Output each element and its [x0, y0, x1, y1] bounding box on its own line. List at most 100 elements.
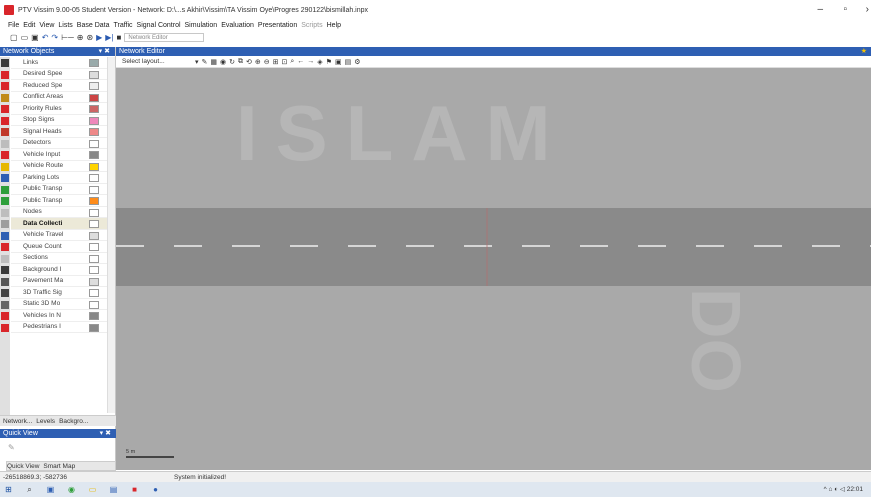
color-swatch[interactable]: [89, 59, 99, 67]
zoom-all-icon[interactable]: ⊞: [273, 58, 279, 66]
object-type-row[interactable]: Vehicles In N: [11, 310, 107, 322]
edit-tool-icon[interactable]: ✎: [202, 58, 208, 66]
grid-icon[interactable]: ▦: [210, 58, 217, 66]
chrome-icon[interactable]: ●: [151, 485, 160, 494]
color-swatch[interactable]: [89, 197, 99, 205]
color-swatch[interactable]: [89, 151, 99, 159]
3d-icon[interactable]: ▣: [335, 58, 342, 66]
tab-smart-map[interactable]: Smart Map: [43, 463, 75, 470]
menu-item-traffic[interactable]: Traffic: [113, 22, 132, 29]
wireframe-icon[interactable]: ◈: [317, 58, 322, 66]
object-type-row[interactable]: Reduced Spe: [11, 80, 107, 92]
object-type-row[interactable]: Pavement Ma: [11, 276, 107, 287]
color-swatch[interactable]: [89, 174, 99, 182]
object-type-row[interactable]: Conflict Areas: [11, 92, 107, 103]
object-type-row[interactable]: Desired Spee: [11, 69, 107, 80]
globe-icon[interactable]: ⊛: [86, 33, 93, 42]
menu-item-help[interactable]: Help: [327, 22, 341, 29]
editor-pin-icon[interactable]: ★: [861, 47, 867, 56]
object-type-row[interactable]: Public Transp: [11, 195, 107, 207]
vissim-task-icon[interactable]: ■: [130, 485, 139, 494]
object-type-row[interactable]: Sections: [11, 253, 107, 264]
tab-levels[interactable]: Levels: [36, 418, 55, 425]
search-icon[interactable]: ⌕: [25, 485, 34, 494]
menu-item-lists[interactable]: Lists: [58, 22, 72, 29]
color-swatch[interactable]: [89, 208, 99, 217]
start-icon[interactable]: ⊞: [4, 485, 13, 494]
screenshot-icon[interactable]: ▤: [345, 58, 352, 66]
editor-combo[interactable]: Network Editor: [124, 32, 205, 42]
tab-network[interactable]: Network...: [3, 418, 32, 425]
scrollbar[interactable]: [107, 57, 115, 413]
color-swatch[interactable]: [89, 128, 99, 136]
object-type-row[interactable]: Nodes: [11, 207, 107, 218]
object-type-row[interactable]: Pedestrians I: [11, 322, 107, 333]
object-type-row[interactable]: Signal Heads: [11, 126, 107, 138]
stop-icon[interactable]: ■: [117, 33, 122, 42]
panel-pin[interactable]: ▾ ✖: [99, 47, 110, 56]
zoom-out-icon[interactable]: ⊖: [264, 58, 270, 66]
select-tool-icon[interactable]: ▾: [195, 58, 199, 66]
menu-item-edit[interactable]: Edit: [23, 22, 35, 29]
color-swatch[interactable]: [89, 266, 99, 274]
zoom-icon[interactable]: ⊕: [77, 33, 84, 42]
menu-item-presentation[interactable]: Presentation: [258, 22, 297, 29]
slider-icon[interactable]: ⊢─: [61, 33, 74, 42]
forward-icon[interactable]: →: [307, 58, 314, 65]
object-type-row[interactable]: Queue Count: [11, 241, 107, 253]
refresh-icon[interactable]: ↻: [229, 58, 235, 66]
browser-icon[interactable]: ◉: [67, 485, 76, 494]
save-icon[interactable]: ▣: [31, 33, 39, 42]
restore-button[interactable]: ▫: [843, 4, 847, 15]
object-type-row[interactable]: Public Transp: [11, 184, 107, 195]
color-swatch[interactable]: [89, 254, 99, 263]
new-file-icon[interactable]: ▢: [10, 33, 18, 42]
object-type-row[interactable]: Vehicle Route: [11, 161, 107, 172]
redo-icon[interactable]: ↷: [51, 33, 58, 42]
color-swatch[interactable]: [89, 231, 99, 240]
search-icon[interactable]: ⌕: [290, 58, 294, 66]
tab-quick-view[interactable]: Quick View: [7, 463, 39, 470]
object-type-row[interactable]: Priority Rules: [11, 103, 107, 115]
store-icon[interactable]: ▤: [109, 485, 118, 494]
object-type-row[interactable]: Background I: [11, 264, 107, 276]
color-swatch[interactable]: [89, 93, 99, 102]
color-swatch[interactable]: [89, 162, 99, 171]
color-swatch[interactable]: [89, 139, 99, 148]
object-type-row[interactable]: Vehicle Travel: [11, 230, 107, 241]
close-button[interactable]: ›: [866, 4, 869, 15]
color-swatch[interactable]: [89, 70, 99, 79]
object-type-row[interactable]: Vehicle Input: [11, 149, 107, 161]
rotate-icon[interactable]: ⟲: [246, 58, 252, 66]
zoom-window-icon[interactable]: ⊡: [282, 58, 288, 66]
color-swatch[interactable]: [89, 116, 99, 125]
quick-view-pin[interactable]: ▾ ✖: [100, 429, 111, 438]
zoom-in-icon[interactable]: ⊕: [255, 58, 261, 66]
folder-icon[interactable]: ▭: [88, 485, 97, 494]
color-swatch[interactable]: [89, 323, 99, 332]
object-type-row[interactable]: Static 3D Mo: [11, 299, 107, 310]
menu-item-base-data[interactable]: Base Data: [77, 22, 110, 29]
object-type-row[interactable]: Links: [11, 57, 107, 69]
color-swatch[interactable]: [89, 243, 99, 251]
color-swatch[interactable]: [89, 220, 99, 228]
menu-item-evaluation[interactable]: Evaluation: [221, 22, 254, 29]
object-type-row[interactable]: 3D Traffic Sig: [11, 287, 107, 299]
color-swatch[interactable]: [89, 289, 99, 297]
road-link[interactable]: [116, 208, 871, 286]
color-swatch[interactable]: [89, 277, 99, 286]
menu-item-view[interactable]: View: [39, 22, 54, 29]
object-type-row[interactable]: Data Collecti: [11, 218, 107, 230]
object-type-row[interactable]: Stop Signs: [11, 115, 107, 126]
menu-item-file[interactable]: File: [8, 22, 19, 29]
network-canvas[interactable]: ISLAM INDO 5 m: [116, 68, 871, 470]
object-type-row[interactable]: Parking Lots: [11, 172, 107, 184]
color-swatch[interactable]: [89, 185, 99, 194]
color-swatch[interactable]: [89, 82, 99, 90]
wrench-icon[interactable]: ✎: [8, 443, 15, 452]
open-file-icon[interactable]: ▭: [21, 33, 29, 42]
menu-item-scripts[interactable]: Scripts: [301, 22, 322, 29]
layer-icon[interactable]: ◉: [220, 58, 226, 66]
minimize-button[interactable]: –: [817, 4, 823, 15]
object-type-row[interactable]: Detectors: [11, 138, 107, 149]
